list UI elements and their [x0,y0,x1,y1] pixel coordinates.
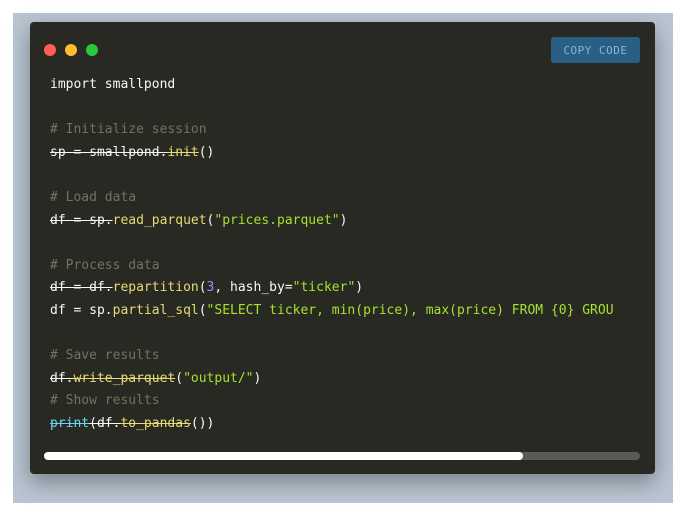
code-line: import smallpond [50,74,640,97]
code-token: df = sp. [50,302,113,318]
code-token: # Show results [50,393,160,409]
code-token: , hash_by= [214,280,293,296]
copy-code-button[interactable]: COPY CODE [551,37,640,63]
horizontal-scrollbar[interactable] [44,452,640,460]
code-token: sp = smallpond. [50,144,168,160]
code-line: df = df.repartition(3, hash_by="ticker") [50,277,640,300]
code-block: import smallpond # Initialize session sp … [50,74,640,436]
code-token: # Save results [50,348,160,364]
code-token: ( [198,302,207,318]
code-token: ) [339,212,348,228]
code-line: # Initialize session [50,119,640,142]
code-token: # Process data [50,257,160,273]
code-token: "SELECT ticker, min(price), max(price) F… [206,302,614,318]
code-token: df. [50,370,74,386]
code-line: df = sp.read_parquet("prices.parquet") [50,210,640,233]
close-dot-icon[interactable] [44,44,56,56]
code-token: init [167,144,199,160]
code-token: () [198,144,215,160]
code-line: df.write_parquet("output/") [50,368,640,391]
code-token: import smallpond [50,77,176,92]
code-token: df = sp. [50,212,113,228]
code-token: # Load data [50,189,137,205]
code-token: ()) [190,415,215,431]
code-token: write_parquet [73,370,176,386]
code-token: read_parquet [112,212,207,228]
code-window: COPY CODE import smallpond # Initialize … [30,22,655,474]
code-token: ) [355,280,364,296]
code-token: to_pandas [120,415,191,431]
code-line: sp = smallpond.init() [50,142,640,165]
code-token: "ticker" [292,280,356,296]
window-controls [44,44,98,56]
code-token: # Initialize session [50,122,207,138]
code-token: ) [253,370,262,386]
code-token: (df. [89,415,121,431]
maximize-dot-icon[interactable] [86,44,98,56]
code-token: print [50,415,90,431]
code-line: # Save results [50,345,640,368]
code-token: partial_sql [112,302,199,318]
code-token: ( [175,370,184,386]
code-token: "output/" [183,370,254,386]
code-token: repartition [112,280,199,296]
code-token: df = df. [50,280,113,296]
code-line: # Load data [50,187,640,210]
minimize-dot-icon[interactable] [65,44,77,56]
code-token: "prices.parquet" [214,212,340,228]
code-token: ( [198,280,207,296]
code-line: # Show results [50,390,640,413]
scrollbar-thumb[interactable] [44,452,524,460]
code-line: # Process data [50,255,640,278]
code-line: df = sp.partial_sql("SELECT ticker, min(… [50,300,640,323]
code-line: print(df.to_pandas()) [50,413,640,436]
